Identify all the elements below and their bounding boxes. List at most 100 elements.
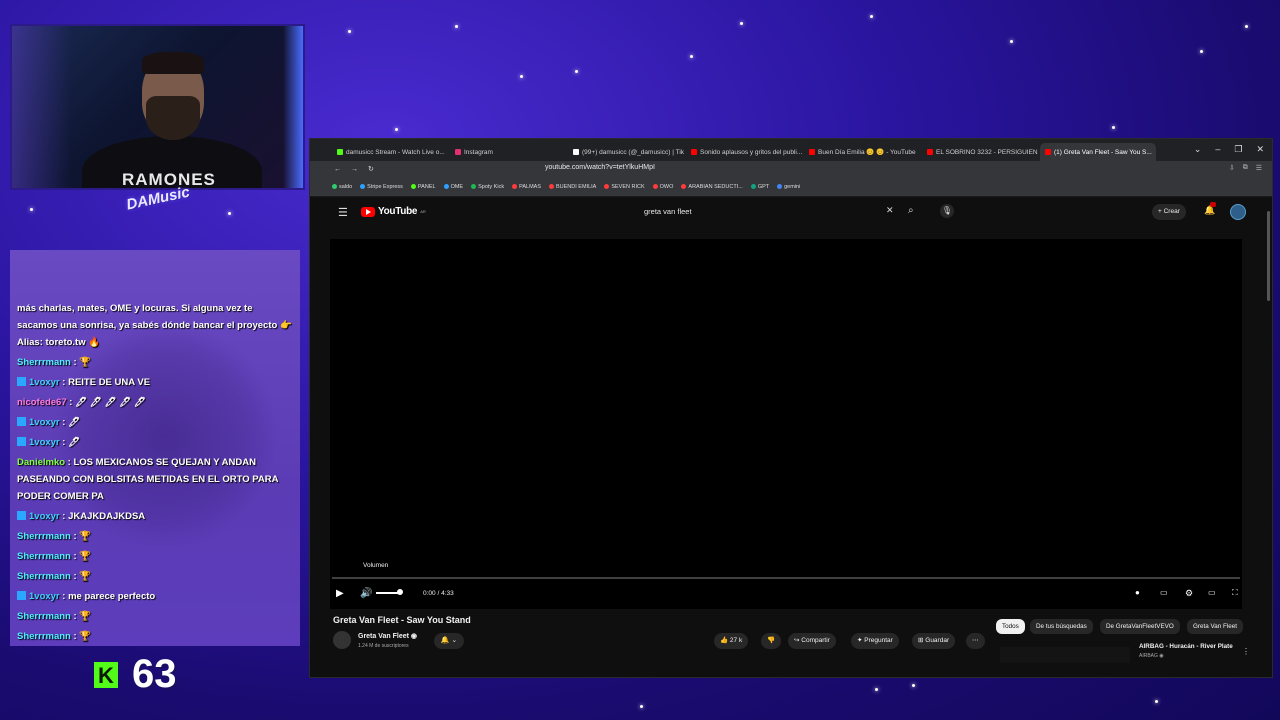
settings-gear-icon[interactable]: ⚙ [1185, 588, 1193, 599]
url-field[interactable]: youtube.com/watch?v=tetYlkuHMpI [545, 164, 655, 171]
kick-viewer-counter: 63 [94, 652, 177, 697]
close-window-icon[interactable]: ✕ [1256, 144, 1264, 155]
ask-button[interactable]: ✦ Preguntar [851, 633, 899, 649]
create-button[interactable]: + Crear [1152, 204, 1186, 220]
progress-bar[interactable] [332, 577, 1240, 579]
bookmark-favicon-icon [681, 184, 687, 189]
chat-username[interactable]: 1voxyr [29, 511, 60, 522]
chat-username[interactable]: Sherrrmann [17, 571, 71, 582]
subtitles-icon[interactable]: ▭ [1160, 588, 1168, 597]
tab-label: (99+) damusicc (@_damusicc) | TikT... [582, 148, 684, 156]
bookmark-label: saldo [339, 183, 353, 190]
volume-knob[interactable] [397, 589, 403, 595]
autoplay-toggle-icon[interactable]: ● [1135, 588, 1140, 597]
menu-icon[interactable]: ☰ [1256, 164, 1262, 172]
tab-search-icon[interactable]: ⌄ [1194, 144, 1202, 155]
volume-icon[interactable]: 🔊 [360, 588, 372, 599]
download-icon[interactable]: ⇩ [1229, 164, 1235, 172]
bookmark-item[interactable]: Stripe Express [360, 184, 403, 190]
chip-from-searches[interactable]: De tus búsquedas [1030, 619, 1093, 634]
bookmark-item[interactable]: saldo [332, 184, 352, 190]
bookmark-item[interactable]: SEVEN RICK [604, 184, 645, 190]
twitch-badge-icon [17, 417, 26, 426]
bookmark-label: OME [450, 183, 464, 190]
bookmark-label: Spoty Kick [478, 183, 505, 190]
chat-username[interactable]: nicofede67 [17, 397, 67, 408]
fullscreen-icon[interactable]: ⛶ [1232, 588, 1238, 598]
browser-tab[interactable]: EL SOBRINO 3232 - PERSIGUIEND... [922, 143, 1038, 161]
chat-username[interactable]: Sherrrmann [17, 611, 71, 622]
chat-username[interactable]: Sherrrmann [17, 551, 71, 562]
back-icon[interactable]: ← [334, 166, 341, 173]
clear-search-icon[interactable]: ✕ [886, 205, 894, 216]
volume-tooltip: Volumen [363, 562, 389, 569]
chat-username[interactable]: Danielmko [17, 457, 65, 468]
tab-label: Buen Día Emilia 😊 😊 - YouTube [818, 149, 916, 156]
bookmark-item[interactable]: BUENDI EMILIA [548, 183, 597, 190]
chat-message: Sherrrmann : 🏆 [17, 568, 293, 585]
chip-todos[interactable]: Todos [996, 619, 1025, 634]
browser-tab[interactable]: Sonido aplausos y gritos del publi... [686, 143, 802, 161]
bookmark-favicon-icon [332, 184, 337, 189]
mic-icon[interactable]: 🎙 [940, 204, 954, 218]
chip-vevo[interactable]: De GretaVanFleetVEVO [1100, 619, 1180, 634]
related-video[interactable]: AIRBAG - Huracán - River Plate AIRBAG ◉ … [1000, 643, 1250, 665]
user-avatar[interactable] [1230, 204, 1246, 220]
browser-tab[interactable]: (99+) damusicc (@_damusicc) | TikT... [568, 143, 684, 161]
search-icon[interactable]: ⌕ [908, 205, 914, 216]
bookmark-item[interactable]: gemini [777, 184, 800, 190]
chat-username[interactable]: 1voxyr [29, 437, 60, 448]
chat-username[interactable]: Sherrrmann [17, 357, 71, 368]
menu-hamburger-icon[interactable]: ☰ [338, 206, 348, 219]
browser-tab[interactable]: (1) Greta Van Fleet - Saw You S... [1040, 143, 1156, 161]
forward-icon[interactable]: → [351, 166, 358, 173]
bookmark-item[interactable]: OWO [652, 184, 673, 190]
bookmark-label: PANEL [417, 183, 436, 190]
chat-message: 1voxyr : 🖊 [17, 434, 293, 451]
chat-username[interactable]: 1voxyr [29, 417, 60, 428]
minimize-icon[interactable]: – [1215, 144, 1220, 155]
chip-channel[interactable]: Greta Van Fleet [1187, 619, 1243, 634]
bookmark-favicon-icon [410, 184, 416, 189]
video-title: Greta Van Fleet - Saw You Stand [333, 615, 471, 625]
chat-username[interactable]: 1voxyr [29, 591, 60, 602]
like-button[interactable]: 👍 27 k [714, 633, 749, 649]
chat-username[interactable]: Sherrrmann [17, 531, 71, 542]
scrollbar[interactable] [1267, 211, 1270, 301]
related-title[interactable]: AIRBAG - Huracán - River Plate [1139, 643, 1233, 650]
bookmark-item[interactable]: PALMAS [512, 184, 541, 190]
play-icon[interactable]: ▶ [336, 588, 344, 599]
extensions-icon[interactable]: ⧉ [1243, 164, 1248, 172]
chat-message: Sherrrmann : 🏆 [17, 608, 293, 625]
bookmark-label: Stripe Express [367, 183, 403, 190]
tab-label: Sonido aplausos y gritos del publi... [700, 148, 802, 156]
maximize-icon[interactable]: ❐ [1234, 144, 1242, 155]
theater-mode-icon[interactable]: ▭ [1208, 588, 1216, 597]
browser-tab[interactable]: Instagram [450, 143, 566, 161]
chat-username[interactable]: Sherrrmann [17, 631, 71, 642]
youtube-logo[interactable]: YouTube AR [361, 206, 426, 217]
bookmark-label: BUENDI EMILIA [555, 183, 597, 190]
chat-message: Sherrrmann : 🏆 [17, 628, 293, 645]
bookmark-item[interactable]: PANEL [410, 183, 436, 190]
channel-avatar[interactable] [333, 631, 351, 649]
dislike-button[interactable]: 👎 [761, 633, 782, 649]
channel-name[interactable]: Greta Van Fleet ◉ [358, 632, 417, 640]
related-menu-icon[interactable]: ⋮ [1242, 647, 1250, 656]
search-input[interactable]: greta van fleet [636, 204, 904, 220]
video-player[interactable] [330, 239, 1242, 609]
bookmark-item[interactable]: Spoty Kick [471, 184, 504, 190]
bookmark-item[interactable]: GPT [750, 184, 769, 190]
subscription-bell-button[interactable]: 🔔 ⌄ [434, 633, 464, 649]
browser-tab[interactable]: Buen Día Emilia 😊 😊 - YouTube [804, 143, 920, 161]
tab-favicon-icon [337, 149, 343, 155]
bookmark-item[interactable]: ARABIAN SEDUCTI... [681, 184, 743, 190]
related-thumbnail[interactable] [1000, 647, 1130, 663]
share-button[interactable]: ↪ Compartir [788, 633, 836, 649]
browser-tab[interactable]: damusicc Stream - Watch Live o... [332, 143, 448, 161]
reload-icon[interactable]: ↻ [368, 165, 374, 173]
bookmark-item[interactable]: OME [443, 183, 464, 190]
save-button[interactable]: ⊞ Guardar [912, 633, 956, 649]
more-actions-button[interactable]: ⋯ [966, 633, 985, 649]
chat-username[interactable]: 1voxyr [29, 377, 60, 388]
